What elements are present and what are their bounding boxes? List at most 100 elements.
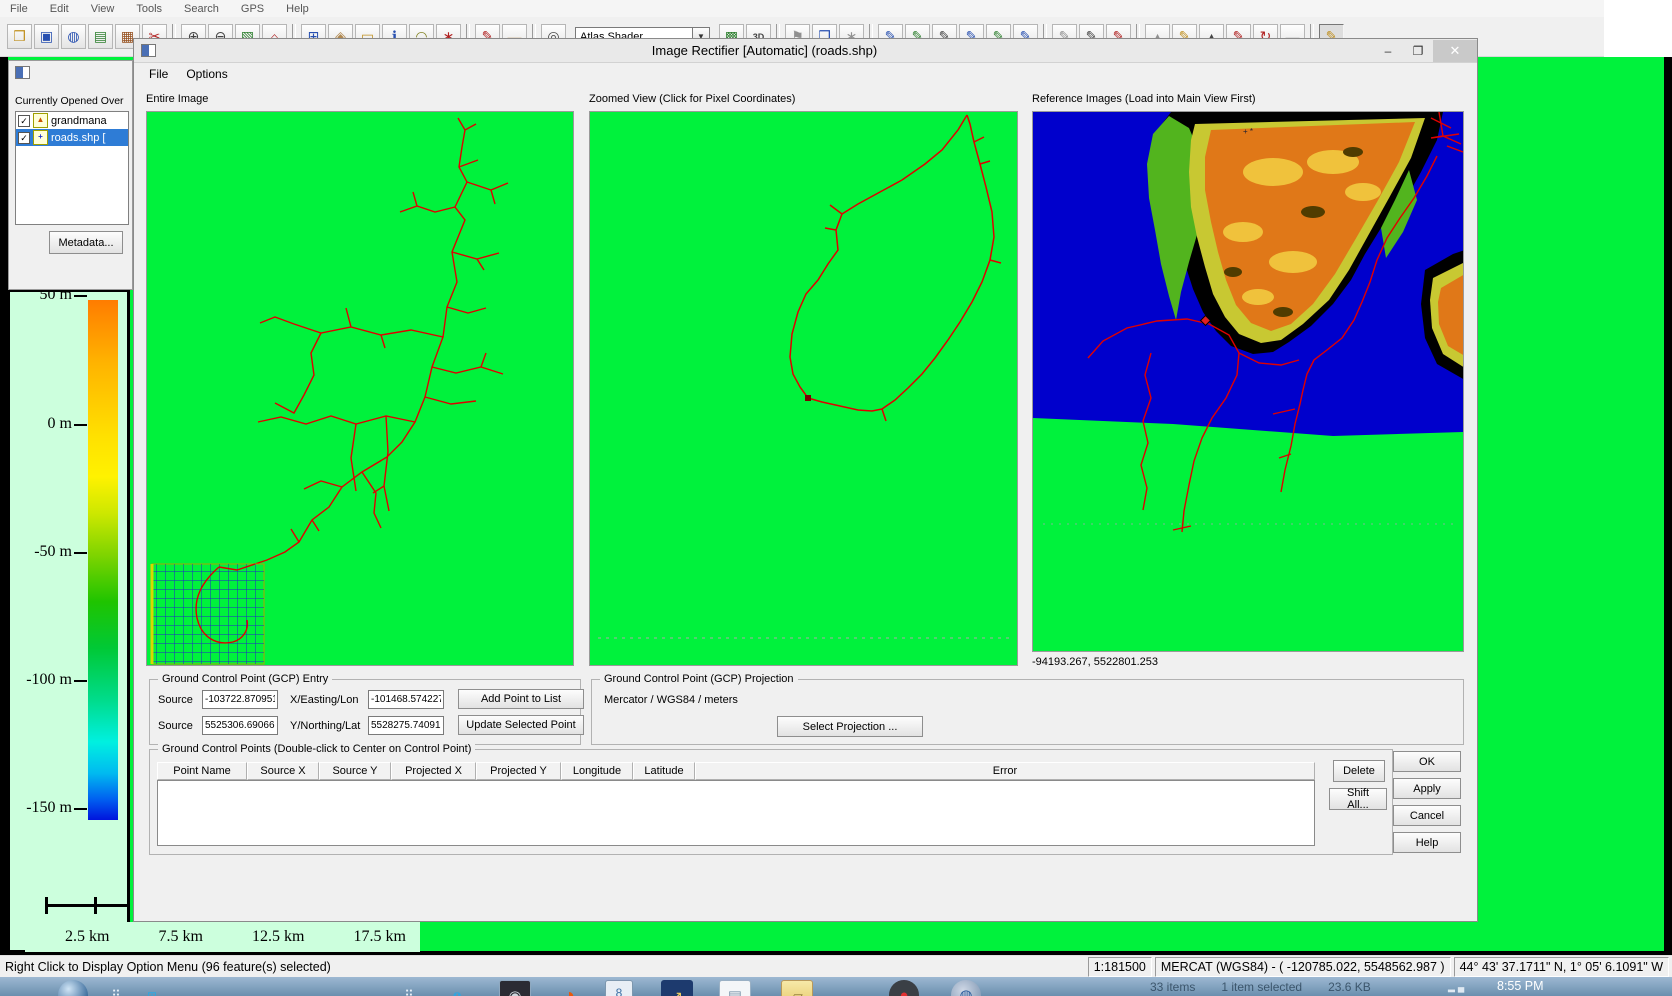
reference-images-label: Reference Images (Load into Main View Fi… bbox=[1032, 93, 1256, 105]
map-scale-bar bbox=[45, 904, 130, 907]
panel-icon bbox=[15, 66, 30, 79]
folder-icon[interactable]: ▱ bbox=[781, 980, 813, 996]
image-rectifier-dialog: Image Rectifier [Automatic] (roads.shp) … bbox=[133, 38, 1478, 922]
cancel-button[interactable]: Cancel bbox=[1393, 805, 1461, 826]
scale-label: 12.5 km bbox=[252, 928, 304, 946]
help-button[interactable]: Help bbox=[1393, 832, 1461, 853]
status-projection: MERCAT (WGS84) - ( -120785.022, 5548562.… bbox=[1155, 957, 1451, 977]
system-tray-icons[interactable]: ▂▄ bbox=[1448, 982, 1467, 993]
ok-button[interactable]: OK bbox=[1393, 751, 1461, 772]
apply-button[interactable]: Apply bbox=[1393, 778, 1461, 799]
app-grid-icon[interactable]: ⠿ bbox=[393, 980, 425, 996]
select-projection-button[interactable]: Select Projection ... bbox=[777, 716, 923, 737]
web-export-icon[interactable]: ◍ bbox=[61, 24, 86, 49]
layer-item-grandmanan[interactable]: ✓ ▲ grandmana bbox=[16, 112, 128, 129]
gcp-entry-group: Ground Control Point (GCP) Entry Source … bbox=[149, 679, 581, 745]
source-y-field[interactable] bbox=[202, 716, 278, 735]
dialog-menubar: FileOptions bbox=[134, 63, 237, 84]
earth-icon[interactable]: ◍ bbox=[951, 980, 981, 996]
entire-image-roads bbox=[147, 112, 574, 666]
entire-image-label: Entire Image bbox=[146, 93, 208, 105]
column-header[interactable]: Source X bbox=[247, 762, 319, 780]
gcp-projection-group: Ground Control Point (GCP) Projection Me… bbox=[591, 679, 1464, 745]
layer-label: roads.shp [ bbox=[51, 132, 105, 144]
add-point-button[interactable]: Add Point to List bbox=[458, 689, 584, 709]
layer-list[interactable]: ✓ ▲ grandmana ✓ + roads.shp [ bbox=[15, 111, 129, 225]
column-header[interactable]: Projected Y bbox=[476, 762, 561, 780]
record-icon[interactable]: ● bbox=[889, 980, 919, 996]
gcp-point-marker bbox=[805, 395, 811, 401]
menu-item[interactable]: File bbox=[8, 3, 38, 15]
app-grid-icon[interactable]: ⠿ bbox=[100, 980, 132, 996]
maximize-button[interactable]: ❐ bbox=[1403, 40, 1433, 62]
gcp-entry-title: Ground Control Point (GCP) Entry bbox=[158, 673, 332, 685]
zoomed-view-roads bbox=[590, 112, 1018, 660]
legend-tick bbox=[74, 424, 87, 426]
menu-item[interactable]: Edit bbox=[48, 3, 79, 15]
graticule-grid bbox=[152, 564, 264, 664]
metadata-button[interactable]: Metadata... bbox=[49, 231, 123, 254]
column-header[interactable]: Error bbox=[695, 762, 1315, 780]
column-header[interactable]: Longitude bbox=[561, 762, 633, 780]
shift-all-button[interactable]: Shift All... bbox=[1329, 788, 1387, 810]
entire-image-panel[interactable] bbox=[146, 111, 574, 666]
update-point-button[interactable]: Update Selected Point bbox=[458, 715, 584, 735]
minimize-button[interactable]: – bbox=[1373, 40, 1403, 62]
scale-bar-tick bbox=[45, 897, 48, 914]
menu-item[interactable]: Help bbox=[284, 3, 319, 15]
gcp-table-body[interactable] bbox=[157, 780, 1315, 846]
dialog-titlebar[interactable]: Image Rectifier [Automatic] (roads.shp) … bbox=[134, 39, 1477, 63]
corner-area bbox=[1604, 0, 1672, 57]
source-x-field[interactable] bbox=[202, 690, 278, 709]
projection-value: Mercator / WGS84 / meters bbox=[604, 694, 738, 706]
firefox-icon[interactable]: ◗ bbox=[555, 980, 587, 996]
dialog-menu-item[interactable]: File bbox=[140, 67, 177, 81]
scale-bar-labels: 2.5 km7.5 km12.5 km17.5 km bbox=[25, 922, 420, 952]
layer-item-roads[interactable]: ✓ + roads.shp [ bbox=[16, 129, 128, 146]
zoomed-view-panel[interactable] bbox=[589, 111, 1018, 666]
layer-type-icon: + bbox=[33, 130, 48, 145]
menu-item[interactable]: GPS bbox=[239, 3, 274, 15]
delete-button[interactable]: Delete bbox=[1333, 760, 1385, 782]
overlay-panel-title: Currently Opened Over bbox=[15, 95, 124, 107]
windows-store-icon[interactable]: ⊞ bbox=[136, 980, 168, 996]
status-message: Right Click to Display Option Menu (96 f… bbox=[0, 960, 1088, 974]
scale-label: 17.5 km bbox=[354, 928, 406, 946]
legend-tick bbox=[74, 680, 87, 682]
reference-terrain-map: + * bbox=[1033, 112, 1464, 652]
calendar-icon[interactable]: 8 bbox=[605, 980, 633, 996]
x-easting-field[interactable] bbox=[368, 690, 444, 709]
reference-images-panel[interactable]: + * bbox=[1032, 111, 1464, 652]
overlay-control-icon[interactable]: ▤ bbox=[88, 24, 113, 49]
column-header[interactable]: Point Name bbox=[157, 762, 247, 780]
layer-checkbox[interactable]: ✓ bbox=[18, 115, 30, 127]
taskbar: ⠿⊞⠿e◉◗8↗▤▱●◍ 33 items 1 item selected 23… bbox=[0, 977, 1672, 996]
explorer-status: 33 items 1 item selected 23.6 KB bbox=[1150, 980, 1371, 994]
steam-icon[interactable]: ◉ bbox=[499, 980, 531, 996]
column-header[interactable]: Latitude bbox=[633, 762, 695, 780]
legend-label: 50 m bbox=[10, 290, 72, 304]
taskbar-clock[interactable]: 8:55 PM bbox=[1497, 979, 1544, 993]
internet-explorer-icon[interactable]: e bbox=[441, 980, 473, 996]
save-icon[interactable]: ▣ bbox=[34, 24, 59, 49]
notepad-icon[interactable]: ▤ bbox=[719, 980, 751, 996]
overlay-control-panel: Currently Opened Over ✓ ▲ grandmana ✓ + … bbox=[8, 60, 133, 290]
start-button[interactable] bbox=[58, 980, 88, 996]
source-y-label: Source bbox=[158, 720, 193, 732]
open-file-icon[interactable]: ❒ bbox=[7, 24, 32, 49]
close-button[interactable]: ✕ bbox=[1433, 40, 1477, 62]
y-northing-field[interactable] bbox=[368, 716, 444, 735]
gcp-list-group: Ground Control Points (Double-click to C… bbox=[149, 749, 1393, 855]
y-northing-label: Y/Northing/Lat bbox=[290, 720, 360, 732]
menu-item[interactable]: Search bbox=[182, 3, 229, 15]
column-header[interactable]: Source Y bbox=[319, 762, 391, 780]
global-mapper-icon[interactable]: ↗ bbox=[661, 980, 693, 996]
column-header[interactable]: Projected X bbox=[391, 762, 476, 780]
layer-checkbox[interactable]: ✓ bbox=[18, 132, 30, 144]
menu-item[interactable]: Tools bbox=[134, 3, 172, 15]
dialog-menu-item[interactable]: Options bbox=[177, 67, 236, 81]
status-bar: Right Click to Display Option Menu (96 f… bbox=[0, 955, 1672, 977]
menu-item[interactable]: View bbox=[89, 3, 125, 15]
source-x-label: Source bbox=[158, 694, 193, 706]
x-easting-label: X/Easting/Lon bbox=[290, 694, 359, 706]
